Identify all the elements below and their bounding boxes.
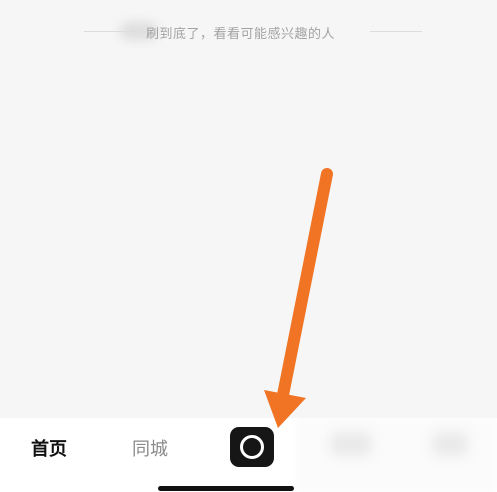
tab-home[interactable]: 首页 <box>31 435 67 461</box>
tab-me-blurred[interactable] <box>432 432 468 456</box>
divider-line-right <box>370 31 422 32</box>
end-of-feed-divider: 刷到底了，看看可能感兴趣的人 <box>0 20 497 44</box>
end-of-feed-text: 刷到底了，看看可能感兴趣的人 <box>146 27 336 42</box>
camera-capture-button[interactable] <box>230 427 274 467</box>
bottom-tab-bar: 首页 同城 <box>0 418 497 492</box>
camera-capture-icon <box>240 435 264 459</box>
home-indicator <box>158 486 294 491</box>
tab-city[interactable]: 同城 <box>132 435 168 461</box>
tab-messages-blurred[interactable] <box>330 432 372 456</box>
blurred-region <box>296 418 497 492</box>
feed-content-area: 刷到底了，看看可能感兴趣的人 <box>0 0 497 418</box>
